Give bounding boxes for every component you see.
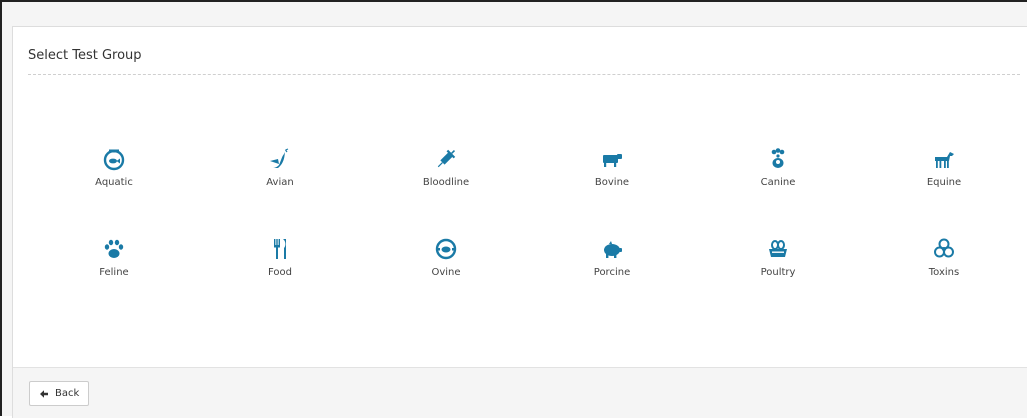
group-label: Canine [760, 177, 796, 188]
group-tile-aquatic[interactable]: Aquatic [31, 147, 197, 237]
cat-paw-icon [104, 239, 124, 258]
group-tile-canine[interactable]: Canine [695, 147, 861, 237]
group-label: Bloodline [422, 177, 470, 188]
group-label: Aquatic [95, 177, 133, 188]
group-label: Avian [266, 177, 294, 188]
group-label: Porcine [593, 267, 631, 278]
horse-icon [935, 152, 954, 168]
back-button-label: Back [55, 388, 80, 399]
test-group-panel: Select Test Group Aquatic Avian Bloodlin… [12, 26, 1027, 418]
group-tile-bloodline[interactable]: Bloodline [363, 147, 529, 237]
fishbowl-icon [103, 149, 125, 171]
group-tile-ovine[interactable]: Ovine [363, 237, 529, 327]
group-label: Poultry [760, 267, 796, 278]
fork-knife-icon [274, 239, 286, 259]
group-label: Feline [99, 267, 129, 278]
panel-footer: Back [13, 367, 1027, 418]
back-button[interactable]: Back [29, 381, 90, 406]
test-group-grid: Aquatic Avian Bloodline Bovine Canine Eq… [31, 147, 1027, 327]
title-divider [28, 74, 1020, 75]
app-window: Select Test Group Aquatic Avian Bloodlin… [0, 0, 1027, 418]
group-label: Equine [926, 177, 962, 188]
pig-icon [604, 241, 622, 258]
group-tile-equine[interactable]: Equine [861, 147, 1027, 237]
cow-icon [603, 154, 622, 167]
sheep-icon [435, 238, 457, 260]
group-tile-porcine[interactable]: Porcine [529, 237, 695, 327]
page-title: Select Test Group [28, 48, 142, 63]
group-tile-food[interactable]: Food [197, 237, 363, 327]
group-label: Ovine [431, 267, 461, 278]
group-label: Food [268, 267, 292, 278]
arrow-left-icon [40, 389, 48, 398]
group-tile-poultry[interactable]: Poultry [695, 237, 861, 327]
group-tile-bovine[interactable]: Bovine [529, 147, 695, 237]
biohazard-icon [934, 238, 954, 258]
group-tile-avian[interactable]: Avian [197, 147, 363, 237]
egg-basket-icon [769, 240, 787, 257]
dog-paw-icon [771, 148, 785, 168]
group-label: Bovine [594, 177, 630, 188]
group-label: Toxins [928, 267, 960, 278]
syringe-icon [437, 149, 456, 168]
group-tile-feline[interactable]: Feline [31, 237, 197, 327]
group-tile-toxins[interactable]: Toxins [861, 237, 1027, 327]
bird-icon [270, 148, 289, 168]
